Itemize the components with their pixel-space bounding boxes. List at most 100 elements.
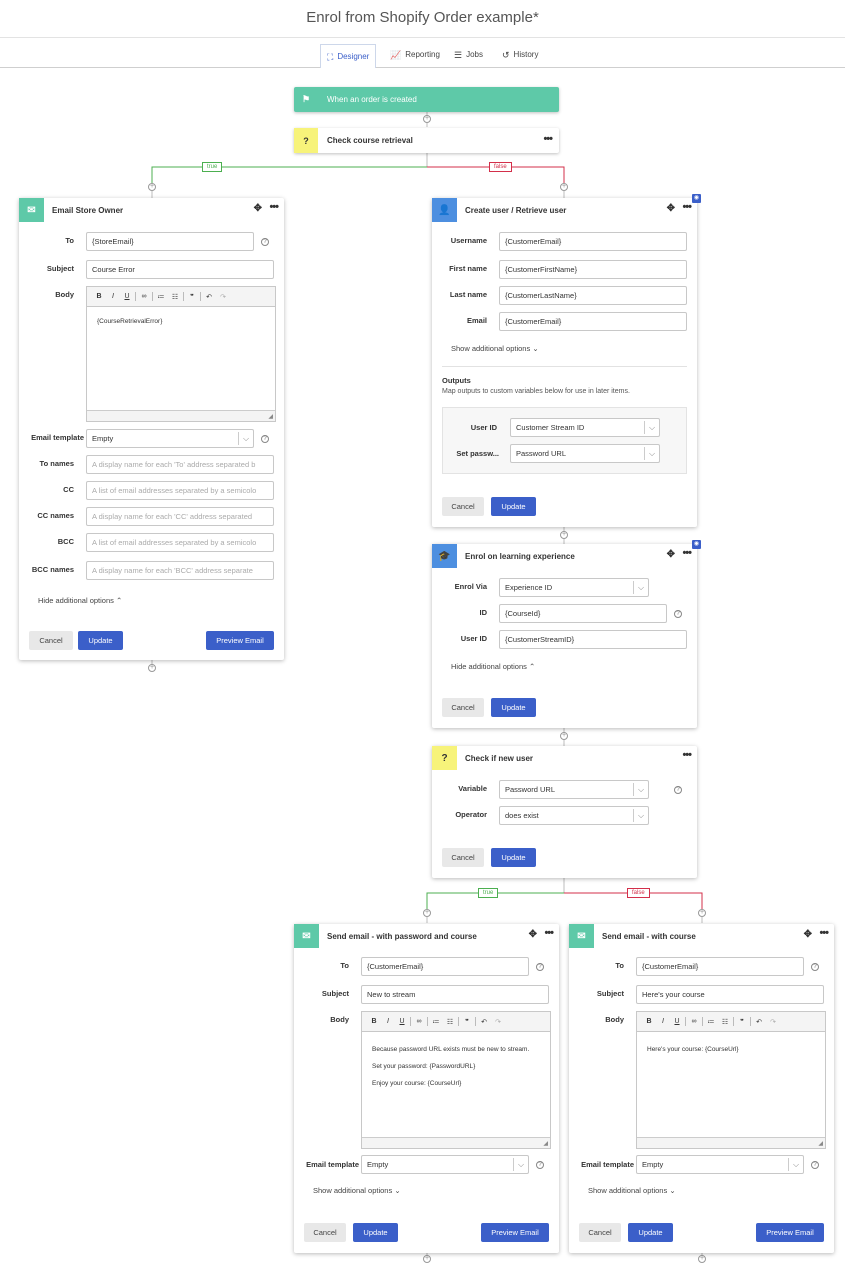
- trigger-node[interactable]: ⚑ When an order is created: [294, 87, 559, 112]
- resize-icon[interactable]: ◢: [268, 413, 273, 420]
- to-field[interactable]: {StoreEmail}: [86, 232, 254, 251]
- quote-icon[interactable]: ❞: [185, 293, 199, 301]
- last-name-field[interactable]: {CustomerLastName}: [499, 286, 687, 305]
- email-template-select[interactable]: Empty ⌵: [86, 429, 254, 448]
- cancel-button[interactable]: Cancel: [579, 1223, 621, 1242]
- move-icon[interactable]: ✥: [804, 929, 812, 940]
- help-icon[interactable]: ?: [536, 1161, 544, 1169]
- toggle-options-link[interactable]: Hide additional options ⌃: [451, 662, 535, 671]
- user-id-output-select[interactable]: Customer Stream ID ⌵: [510, 418, 660, 437]
- link-icon[interactable]: ∞: [687, 1018, 701, 1025]
- redo-icon[interactable]: ↷: [216, 293, 230, 301]
- quote-icon[interactable]: ❞: [460, 1018, 474, 1026]
- cancel-button[interactable]: Cancel: [442, 497, 484, 516]
- username-field[interactable]: {CustomerEmail}: [499, 232, 687, 251]
- resize-icon[interactable]: ◢: [543, 1140, 548, 1147]
- help-icon[interactable]: ?: [811, 963, 819, 971]
- to-field[interactable]: {CustomerEmail}: [361, 957, 529, 976]
- bullet-list-icon[interactable]: ☷: [443, 1018, 457, 1026]
- move-icon[interactable]: ✥: [667, 549, 675, 560]
- cancel-button[interactable]: Cancel: [304, 1223, 346, 1242]
- help-icon[interactable]: ?: [811, 1161, 819, 1169]
- update-button[interactable]: Update: [78, 631, 123, 650]
- preview-email-button[interactable]: Preview Email: [481, 1223, 549, 1242]
- update-button[interactable]: Update: [491, 698, 536, 717]
- set-password-output-select[interactable]: Password URL ⌵: [510, 444, 660, 463]
- bullet-list-icon[interactable]: ☷: [718, 1018, 732, 1026]
- move-icon[interactable]: ✥: [667, 203, 675, 214]
- add-step-connector[interactable]: +: [423, 909, 431, 917]
- body-editor[interactable]: B I U ∞ ≔ ☷ ❞ ↶ ↷ Here's your course: {CourseUrl…: [636, 1011, 826, 1149]
- link-icon[interactable]: ∞: [412, 1018, 426, 1025]
- add-step-connector[interactable]: +: [560, 531, 568, 539]
- id-field[interactable]: {CourseId}: [499, 604, 667, 623]
- italic-icon[interactable]: I: [656, 1018, 670, 1025]
- help-icon[interactable]: ?: [261, 435, 269, 443]
- ordered-list-icon[interactable]: ≔: [704, 1018, 718, 1026]
- to-field[interactable]: {CustomerEmail}: [636, 957, 804, 976]
- toggle-options-link[interactable]: Hide additional options ⌃: [38, 596, 122, 605]
- first-name-field[interactable]: {CustomerFirstName}: [499, 260, 687, 279]
- undo-icon[interactable]: ↶: [477, 1018, 491, 1026]
- update-button[interactable]: Update: [491, 497, 536, 516]
- cancel-button[interactable]: Cancel: [29, 631, 73, 650]
- more-icon[interactable]: •••: [543, 133, 553, 145]
- bold-icon[interactable]: B: [92, 293, 106, 300]
- add-step-connector[interactable]: +: [698, 1255, 706, 1263]
- subject-field[interactable]: New to stream: [361, 985, 549, 1004]
- underline-icon[interactable]: U: [120, 293, 134, 300]
- toggle-options-link[interactable]: Show additional options ⌄: [588, 1186, 676, 1195]
- subject-field[interactable]: Course Error: [86, 260, 274, 279]
- to-names-field[interactable]: A display name for each 'To' address sep…: [86, 455, 274, 474]
- bold-icon[interactable]: B: [642, 1018, 656, 1025]
- cc-field[interactable]: A list of email addresses separated by a…: [86, 481, 274, 500]
- email-field[interactable]: {CustomerEmail}: [499, 312, 687, 331]
- preview-email-button[interactable]: Preview Email: [206, 631, 274, 650]
- ordered-list-icon[interactable]: ≔: [154, 293, 168, 301]
- email-template-select[interactable]: Empty ⌵: [361, 1155, 529, 1174]
- add-step-connector[interactable]: +: [423, 115, 431, 123]
- toggle-options-link[interactable]: Show additional options ⌄: [451, 344, 539, 353]
- user-id-field[interactable]: {CustomerStreamID}: [499, 630, 687, 649]
- quote-icon[interactable]: ❞: [735, 1018, 749, 1026]
- enrol-via-select[interactable]: Experience ID ⌵: [499, 578, 649, 597]
- update-button[interactable]: Update: [353, 1223, 398, 1242]
- redo-icon[interactable]: ↷: [766, 1018, 780, 1026]
- add-step-connector[interactable]: +: [148, 183, 156, 191]
- bcc-names-field[interactable]: A display name for each 'BCC' address se…: [86, 561, 274, 580]
- more-icon[interactable]: •••: [682, 749, 692, 761]
- cancel-button[interactable]: Cancel: [442, 698, 484, 717]
- body-editor[interactable]: B I U ∞ ≔ ☷ ❞ ↶ ↷ Because password URL exists mu…: [361, 1011, 551, 1149]
- update-button[interactable]: Update: [628, 1223, 673, 1242]
- cancel-button[interactable]: Cancel: [442, 848, 484, 867]
- undo-icon[interactable]: ↶: [202, 293, 216, 301]
- help-icon[interactable]: ?: [261, 238, 269, 246]
- undo-icon[interactable]: ↶: [752, 1018, 766, 1026]
- help-icon[interactable]: ?: [674, 610, 682, 618]
- bcc-field[interactable]: A list of email addresses separated by a…: [86, 533, 274, 552]
- more-icon[interactable]: •••: [544, 927, 554, 939]
- italic-icon[interactable]: I: [106, 293, 120, 300]
- update-button[interactable]: Update: [491, 848, 536, 867]
- link-icon[interactable]: ∞: [137, 293, 151, 300]
- more-icon[interactable]: •••: [682, 547, 692, 559]
- variable-select[interactable]: Password URL ⌵: [499, 780, 649, 799]
- more-icon[interactable]: •••: [682, 201, 692, 213]
- condition-node[interactable]: ? Check course retrieval •••: [294, 128, 559, 153]
- resize-icon[interactable]: ◢: [818, 1140, 823, 1147]
- bold-icon[interactable]: B: [367, 1018, 381, 1025]
- move-icon[interactable]: ✥: [529, 929, 537, 940]
- subject-field[interactable]: Here's your course: [636, 985, 824, 1004]
- body-editor[interactable]: B I U ∞ ≔ ☷ ❞ ↶ ↷ {CourseRetrievalError} ◢: [86, 286, 276, 422]
- help-icon[interactable]: ?: [536, 963, 544, 971]
- cc-names-field[interactable]: A display name for each 'CC' address sep…: [86, 507, 274, 526]
- add-step-connector[interactable]: +: [560, 183, 568, 191]
- ordered-list-icon[interactable]: ≔: [429, 1018, 443, 1026]
- email-template-select[interactable]: Empty ⌵: [636, 1155, 804, 1174]
- move-icon[interactable]: ✥: [254, 203, 262, 214]
- operator-select[interactable]: does exist ⌵: [499, 806, 649, 825]
- add-step-connector[interactable]: +: [560, 732, 568, 740]
- underline-icon[interactable]: U: [395, 1018, 409, 1025]
- underline-icon[interactable]: U: [670, 1018, 684, 1025]
- toggle-options-link[interactable]: Show additional options ⌄: [313, 1186, 401, 1195]
